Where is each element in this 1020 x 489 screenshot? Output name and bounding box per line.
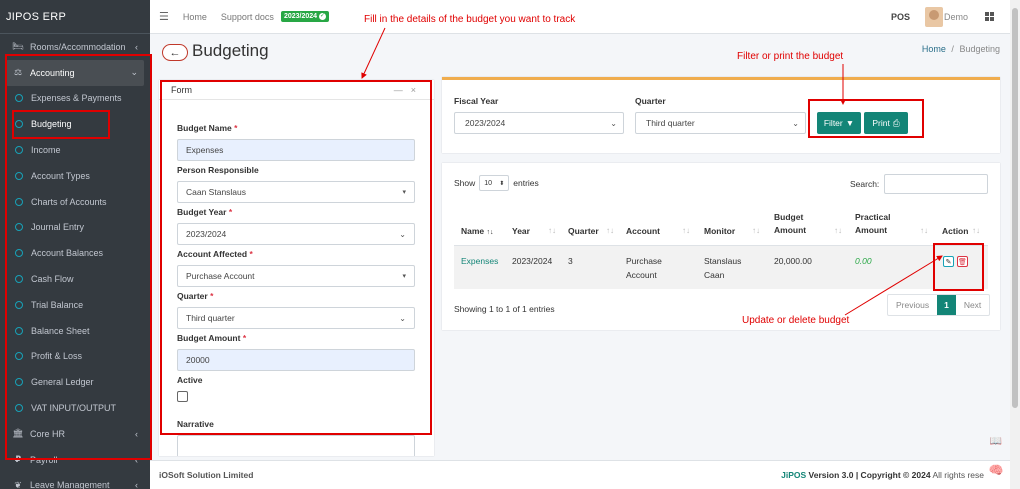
col-practical-amount[interactable]: Practical Amount [855,211,890,237]
chevron-left-icon: ‹ [135,41,138,52]
sort-icon: ↑↓ [682,226,690,235]
chevron-left-icon: ‹ [135,480,138,489]
col-budget-amount[interactable]: Budget Amount [774,211,806,237]
fiscal-year-badge[interactable]: 2023/2024 ✓ [280,11,330,22]
cell-monitor: Stanslaus Caan [704,256,742,280]
sort-asc-icon: ↑↓ [486,229,494,236]
sort-icon: ↑↓ [920,226,928,235]
arrow-form [361,27,386,79]
col-name[interactable]: Name ↑↓ [461,225,494,239]
footer-company: iOSoft Solution Limited [159,470,254,480]
check-circle-icon: ✓ [319,13,327,20]
brain-icon[interactable]: 🧠 [987,461,1005,479]
user-name[interactable]: Demo [944,12,968,22]
back-button[interactable]: ← [162,44,188,61]
avatar[interactable] [925,6,943,27]
page-1-button[interactable]: 1 [937,295,956,315]
page-title: Budgeting [192,41,269,60]
fiscal-year-select[interactable]: 2023/2024 ⌄ [454,112,624,134]
bed-icon: 🛏 [12,41,24,52]
length-select[interactable]: 10 ⬍ [479,175,510,191]
scrollbar[interactable] [1010,0,1020,489]
sort-icon: ↑↓ [752,226,760,235]
col-action[interactable]: Action [942,225,968,238]
chevron-down-icon: ⌄ [792,118,799,128]
col-account[interactable]: Account [626,225,660,238]
nav-home-link[interactable]: Home [183,12,207,22]
sidebar-item-label: Rooms/Accommodation [30,41,126,52]
sort-icon: ↑↓ [972,226,980,235]
annotation-action-note: Update or delete budget [742,315,850,326]
cell-year: 2023/2024 [512,256,553,266]
footer: iOSoft Solution Limited JiPOS Version 3.… [150,460,1020,489]
cell-name[interactable]: Expenses [461,254,498,268]
search-input[interactable] [884,174,988,194]
cell-account: Purchase Account [626,256,662,280]
narrative-textarea[interactable] [177,435,415,456]
prev-page-button[interactable]: Previous [888,295,937,315]
sidebar-item-leave[interactable]: ❦ Leave Management ‹ [0,473,150,489]
annotation-budgeting-box [12,110,110,139]
hamburger-icon[interactable]: ☰ [159,10,169,23]
sort-icon: ↑↓ [548,226,556,235]
arrow-left-icon: ← [169,46,181,59]
annotation-filter-note: Filter or print the budget [737,51,844,62]
sort-icon: ↑↓ [606,226,614,235]
pos-link[interactable]: POS [891,12,910,22]
cell-quarter: 3 [568,256,573,266]
breadcrumb-home[interactable]: Home [922,44,946,54]
budget-table-card: Show 10 ⬍ entries Search: Name ↑↓ Year ↑↓… [442,163,1000,330]
book-icon[interactable]: 📖 [987,432,1005,450]
leaf-icon: ❦ [14,479,22,489]
nav-support-link[interactable]: Support docs [221,12,274,22]
annotation-form-box [160,80,432,435]
next-page-button[interactable]: Next [956,295,989,315]
annotation-filter-box [808,99,924,138]
annotation-form-note: Fill in the details of the budget you wa… [364,14,576,25]
badge-label: 2023/2024 [283,13,318,20]
breadcrumb-separator: / [951,44,954,54]
quarter-filter-select[interactable]: Third quarter ⌄ [635,112,806,134]
table-info: Showing 1 to 1 of 1 entries [454,304,555,314]
annotation-action-box [933,243,984,291]
cell-practical: 0.00 [855,256,872,266]
col-year[interactable]: Year [512,225,530,238]
cell-budget: 20,000.00 [774,256,812,266]
col-monitor[interactable]: Monitor [704,225,735,238]
apps-grid-icon[interactable] [985,12,994,21]
updown-icon: ⬍ [499,180,505,187]
chevron-down-icon: ⌄ [610,118,617,128]
sort-icon: ↑↓ [834,226,842,235]
scrollbar-thumb[interactable] [1012,8,1018,408]
breadcrumb-current: Budgeting [959,44,1000,54]
search-label: Search: [850,179,880,189]
topbar: ☰ Home Support docs 2023/2024 ✓ POS Demo [150,0,1020,34]
sidebar-item-label: Leave Management [30,480,110,489]
entries-length: Show 10 ⬍ entries [454,175,539,191]
footer-copyright: JiPOS Version 3.0 | Copyright © 2024 All… [781,470,984,480]
col-quarter[interactable]: Quarter [568,225,599,238]
pagination: Previous 1 Next [887,294,991,316]
quarter-filter-label: Quarter [635,96,666,106]
breadcrumb: Home / Budgeting [922,44,1000,54]
brand-logo[interactable]: JIPOS ERP [0,0,150,34]
fiscal-year-label: Fiscal Year [454,96,499,106]
